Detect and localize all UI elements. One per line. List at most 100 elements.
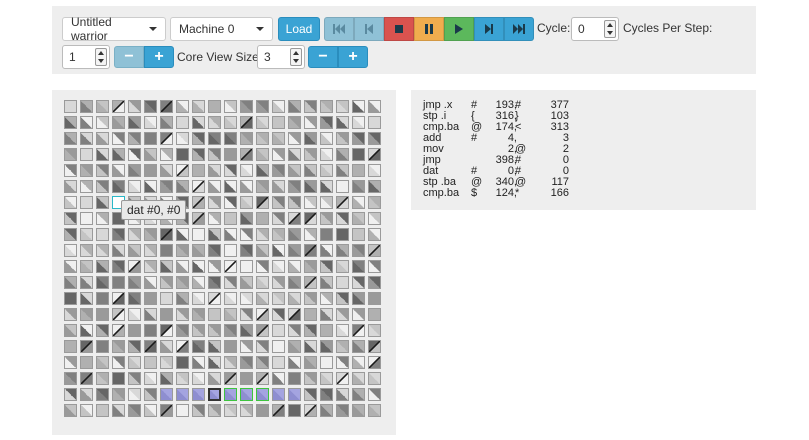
core-cell[interactable] bbox=[208, 244, 221, 257]
core-cell[interactable] bbox=[224, 260, 237, 273]
core-cell[interactable] bbox=[304, 372, 317, 385]
core-cell[interactable] bbox=[320, 340, 333, 353]
core-cell[interactable] bbox=[368, 244, 381, 257]
core-cell[interactable] bbox=[304, 324, 317, 337]
core-cell[interactable] bbox=[144, 308, 157, 321]
core-cell[interactable] bbox=[208, 196, 221, 209]
core-cell[interactable] bbox=[176, 228, 189, 241]
core-cell[interactable] bbox=[112, 180, 125, 193]
core-cell[interactable] bbox=[224, 292, 237, 305]
core-cell[interactable] bbox=[352, 116, 365, 129]
core-cell[interactable] bbox=[144, 356, 157, 369]
core-cell[interactable] bbox=[368, 196, 381, 209]
core-cell[interactable] bbox=[128, 180, 141, 193]
core-cell[interactable] bbox=[320, 308, 333, 321]
core-cell[interactable] bbox=[96, 276, 109, 289]
core-cell[interactable] bbox=[144, 132, 157, 145]
core-cell[interactable] bbox=[176, 324, 189, 337]
core-cell[interactable] bbox=[224, 196, 237, 209]
core-cell[interactable] bbox=[192, 260, 205, 273]
core-cell[interactable] bbox=[176, 260, 189, 273]
core-cell[interactable] bbox=[80, 388, 93, 401]
core-cell[interactable] bbox=[352, 388, 365, 401]
core-cell[interactable] bbox=[80, 228, 93, 241]
core-cell[interactable] bbox=[128, 260, 141, 273]
core-cell[interactable] bbox=[336, 276, 349, 289]
core-cell[interactable] bbox=[144, 164, 157, 177]
core-cell[interactable] bbox=[80, 212, 93, 225]
core-cell[interactable] bbox=[112, 100, 125, 113]
core-cell[interactable] bbox=[288, 388, 301, 401]
core-cell[interactable] bbox=[304, 228, 317, 241]
core-cell[interactable] bbox=[208, 404, 221, 417]
spinner-arrows-icon[interactable] bbox=[604, 20, 616, 38]
core-cell[interactable] bbox=[144, 388, 157, 401]
core-cell[interactable] bbox=[224, 404, 237, 417]
core-cell[interactable] bbox=[96, 116, 109, 129]
core-cell[interactable] bbox=[128, 388, 141, 401]
core-cell[interactable] bbox=[352, 164, 365, 177]
core-cell[interactable] bbox=[176, 180, 189, 193]
core-cell[interactable] bbox=[80, 276, 93, 289]
play-button[interactable] bbox=[444, 17, 474, 41]
core-cell[interactable] bbox=[64, 196, 77, 209]
core-cell[interactable] bbox=[208, 372, 221, 385]
core-cell[interactable] bbox=[336, 196, 349, 209]
core-cell[interactable] bbox=[192, 100, 205, 113]
core-cell[interactable] bbox=[160, 244, 173, 257]
core-cell[interactable] bbox=[160, 340, 173, 353]
core-cell[interactable] bbox=[256, 116, 269, 129]
core-cell[interactable] bbox=[80, 116, 93, 129]
core-cell[interactable] bbox=[288, 132, 301, 145]
core-cell[interactable] bbox=[304, 148, 317, 161]
core-cell[interactable] bbox=[352, 260, 365, 273]
core-cell[interactable] bbox=[272, 356, 285, 369]
core-cell[interactable] bbox=[352, 404, 365, 417]
core-cell[interactable] bbox=[112, 276, 125, 289]
core-cell[interactable] bbox=[112, 292, 125, 305]
core-cell[interactable] bbox=[128, 116, 141, 129]
core-cell[interactable] bbox=[320, 244, 333, 257]
warrior-select[interactable]: Untitled warrior bbox=[62, 15, 166, 43]
core-cell[interactable] bbox=[256, 308, 269, 321]
core-cell[interactable] bbox=[256, 148, 269, 161]
core-cell[interactable] bbox=[352, 308, 365, 321]
core-cell[interactable] bbox=[64, 116, 77, 129]
core-cell[interactable] bbox=[64, 308, 77, 321]
core-cell[interactable] bbox=[208, 292, 221, 305]
core-cell[interactable] bbox=[208, 308, 221, 321]
core-cell[interactable] bbox=[368, 372, 381, 385]
core-cell[interactable] bbox=[96, 196, 109, 209]
core-cell[interactable] bbox=[192, 228, 205, 241]
core-cell[interactable] bbox=[224, 100, 237, 113]
core-cell[interactable] bbox=[240, 324, 253, 337]
core-cell[interactable] bbox=[224, 388, 237, 401]
core-cell[interactable] bbox=[64, 372, 77, 385]
core-cell[interactable] bbox=[320, 100, 333, 113]
load-button[interactable]: Load bbox=[278, 17, 320, 41]
core-cell[interactable] bbox=[160, 308, 173, 321]
core-cell[interactable] bbox=[288, 260, 301, 273]
core-cell[interactable] bbox=[192, 212, 205, 225]
core-cell[interactable] bbox=[320, 164, 333, 177]
core-cell[interactable] bbox=[208, 388, 221, 401]
core-cell[interactable] bbox=[336, 324, 349, 337]
core-cell[interactable] bbox=[128, 356, 141, 369]
core-cell[interactable] bbox=[112, 372, 125, 385]
core-cell[interactable] bbox=[304, 388, 317, 401]
core-cell[interactable] bbox=[208, 260, 221, 273]
core-cell[interactable] bbox=[112, 388, 125, 401]
core-cell[interactable] bbox=[256, 180, 269, 193]
core-cell[interactable] bbox=[336, 404, 349, 417]
core-cell[interactable] bbox=[352, 180, 365, 193]
core-cell[interactable] bbox=[112, 132, 125, 145]
core-view-size-input[interactable]: 3 bbox=[257, 45, 305, 69]
core-cell[interactable] bbox=[288, 228, 301, 241]
core-cell[interactable] bbox=[288, 356, 301, 369]
core-cell[interactable] bbox=[144, 244, 157, 257]
core-cell[interactable] bbox=[288, 404, 301, 417]
core-cell[interactable] bbox=[64, 388, 77, 401]
core-cell[interactable] bbox=[192, 404, 205, 417]
core-cell[interactable] bbox=[192, 116, 205, 129]
core-cell[interactable] bbox=[64, 340, 77, 353]
